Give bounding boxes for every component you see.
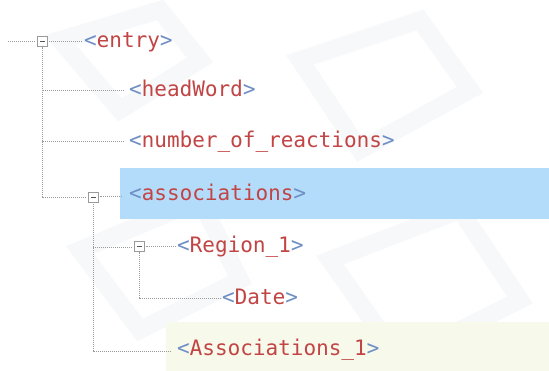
open-bracket: < — [84, 28, 97, 52]
collapse-region-1-toggle[interactable] — [134, 241, 145, 252]
tree-node-date[interactable]: <Date> — [222, 284, 298, 310]
close-bracket: > — [290, 233, 304, 257]
open-bracket: < — [222, 285, 235, 309]
open-bracket: < — [129, 77, 142, 101]
close-bracket: > — [293, 181, 307, 205]
close-bracket: > — [285, 285, 298, 309]
close-bracket: > — [366, 336, 380, 360]
tree-node-region-1[interactable]: <Region_1> — [177, 232, 303, 258]
collapse-associations-toggle[interactable] — [88, 192, 99, 203]
tree-node-entry[interactable]: <entry> — [84, 27, 173, 53]
node-label-entry: entry — [96, 28, 160, 52]
node-label-number-of-reactions: number_of_reactions — [141, 128, 382, 152]
node-label-associations: associations — [141, 181, 294, 205]
node-label-region-1: Region_1 — [189, 233, 291, 257]
tree-node-headword[interactable]: <headWord> — [129, 76, 255, 102]
close-bracket: > — [159, 28, 173, 52]
close-bracket: > — [242, 77, 256, 101]
open-bracket: < — [129, 128, 142, 152]
minus-icon — [91, 197, 96, 198]
node-label-date: Date — [234, 285, 286, 309]
open-bracket: < — [177, 233, 190, 257]
tree-node-associations[interactable]: <associations> — [129, 180, 306, 206]
minus-icon — [40, 41, 45, 42]
node-label-associations-1: Associations_1 — [189, 336, 367, 360]
tree-node-associations-1[interactable]: <Associations_1> — [177, 335, 379, 361]
collapse-entry-toggle[interactable] — [37, 36, 48, 47]
tree-node-number-of-reactions[interactable]: <number_of_reactions> — [129, 127, 395, 153]
open-bracket: < — [177, 336, 190, 360]
open-bracket: < — [129, 181, 142, 205]
node-label-headword: headWord — [141, 77, 243, 101]
minus-icon — [137, 246, 142, 247]
close-bracket: > — [381, 128, 395, 152]
